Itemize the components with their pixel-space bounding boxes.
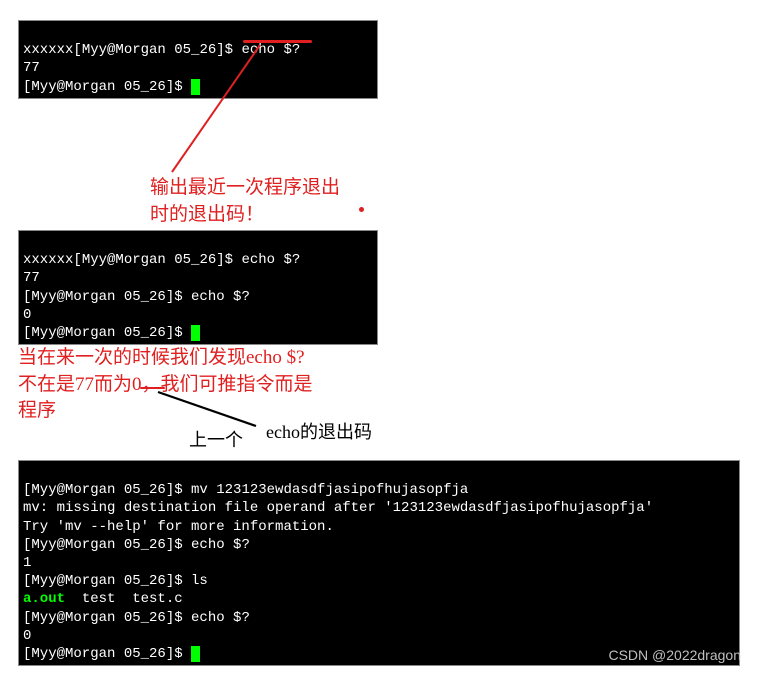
terminal-block-3: [Myy@Morgan 05_26]$ mv 123123ewdasdfjasi…: [18, 460, 740, 666]
annotation-previous: 上一个: [189, 426, 243, 452]
annotation-exit-code: 输出最近一次程序退出 时的退出码！: [150, 175, 340, 228]
terminal-text: [Myy@Morgan 05_26]$ mv 123123ewdasdfjasi…: [23, 482, 653, 662]
terminal-cursor: [191, 646, 200, 662]
annotation-echo-exit-code: echo的退出码: [266, 418, 372, 444]
terminal-block-2: xxxxxx[Myy@Morgan 05_26]$ echo $? 77 [My…: [18, 230, 378, 345]
terminal-text: xxxxxx[Myy@Morgan 05_26]$ echo $? 77 [My…: [23, 42, 300, 94]
red-underline-1: [243, 40, 312, 43]
red-dot: [359, 207, 364, 212]
terminal-block-1: xxxxxx[Myy@Morgan 05_26]$ echo $? 77 [My…: [18, 20, 378, 99]
terminal-cursor: [191, 325, 200, 341]
red-underline-2: [140, 387, 165, 389]
ls-executable: a.out: [23, 591, 65, 607]
watermark-text: CSDN @2022dragon: [608, 647, 741, 663]
terminal-text: xxxxxx[Myy@Morgan 05_26]$ echo $? 77 [My…: [23, 252, 300, 341]
terminal-cursor: [191, 79, 200, 95]
annotation-echo-zero: 当在来一次的时候我们发现echo $? 不在是77而为0，我们可推指令而是 程序: [18, 345, 313, 425]
